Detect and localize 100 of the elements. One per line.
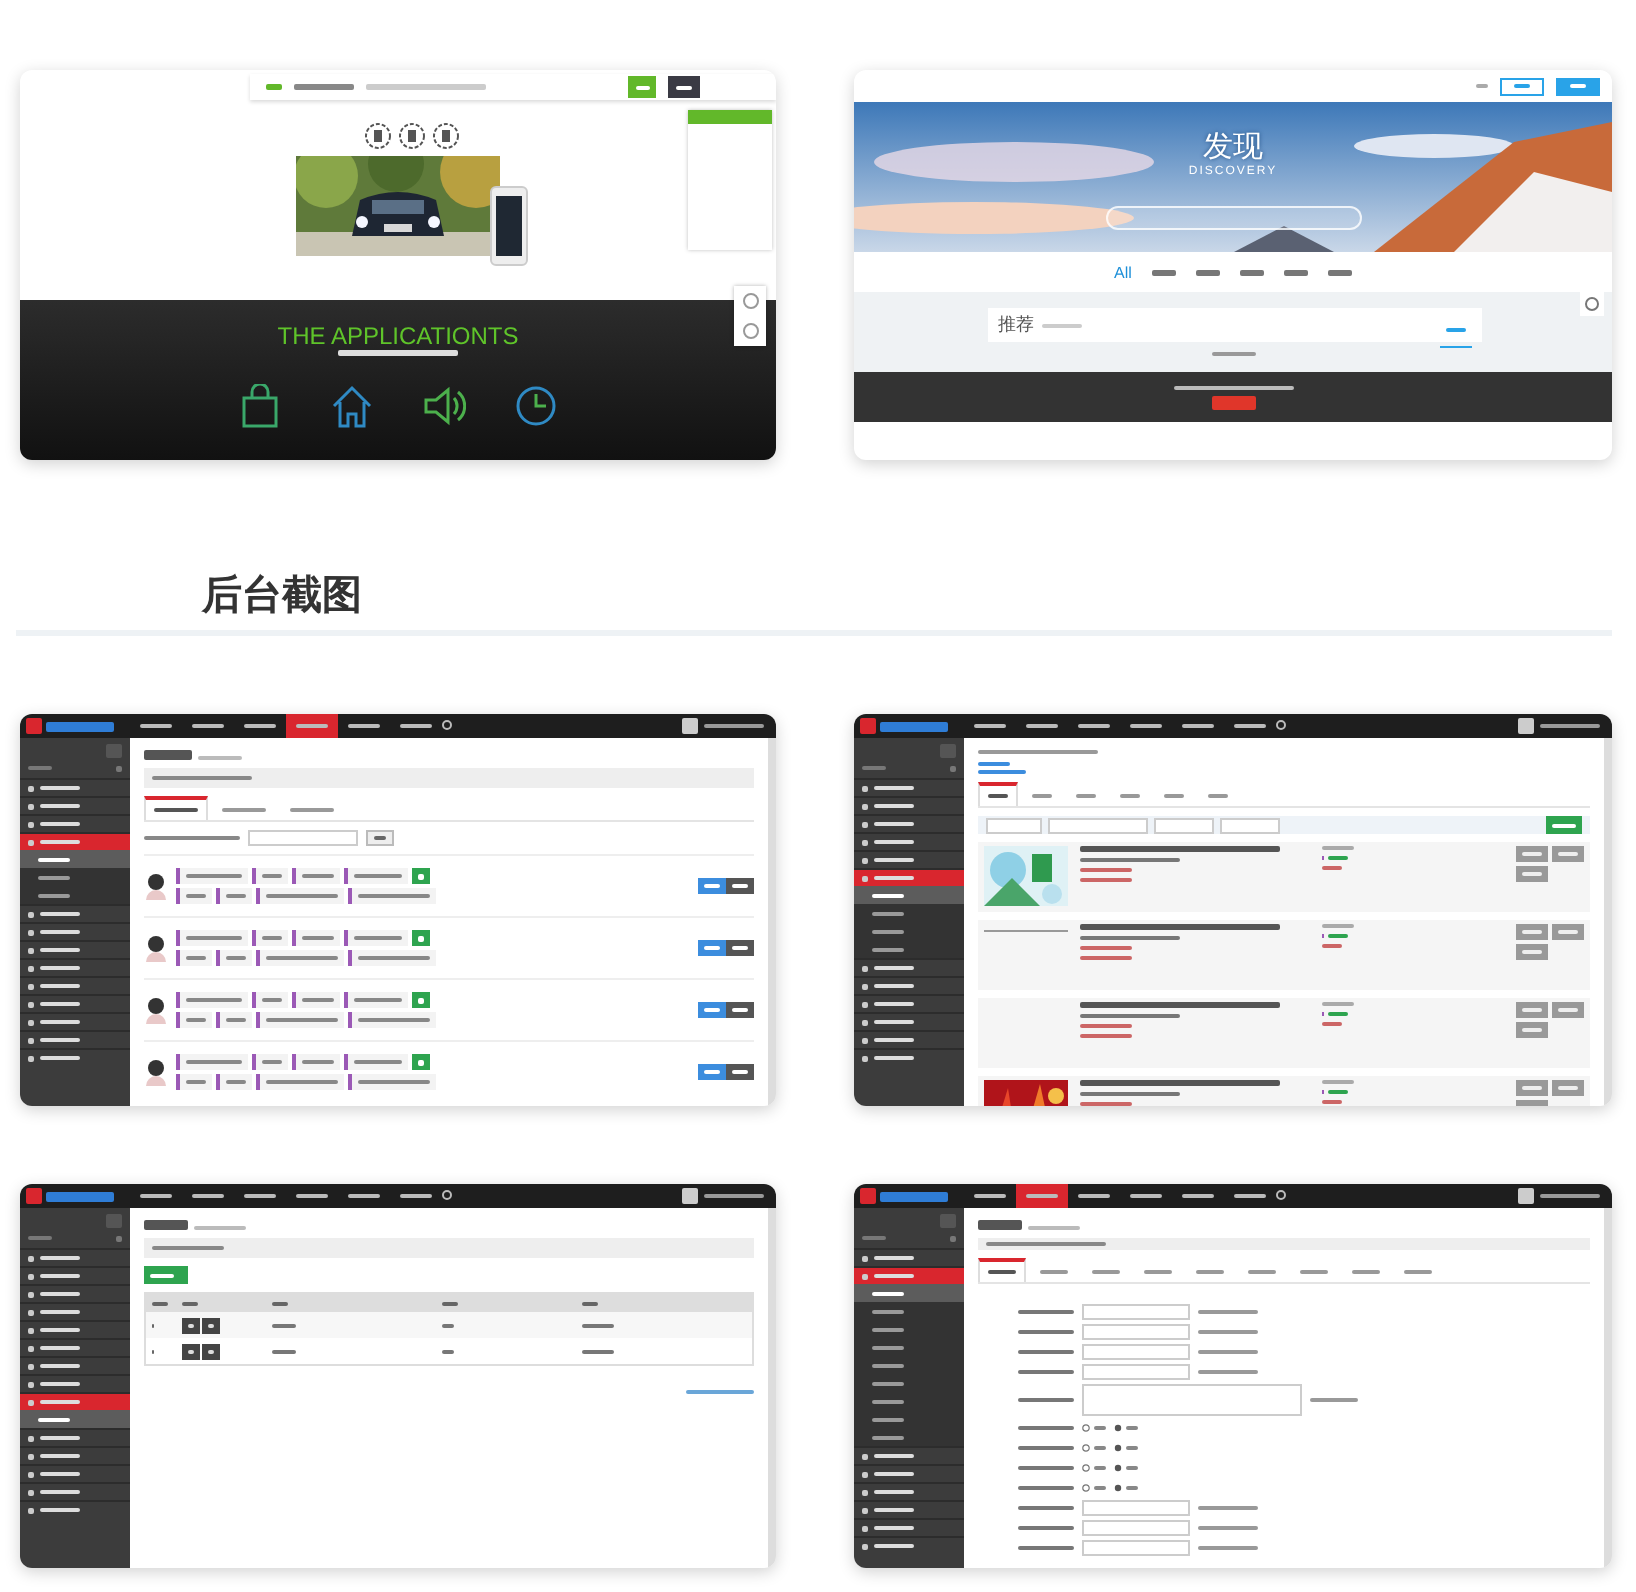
sidebar-item[interactable] — [20, 1482, 130, 1500]
category-tab[interactable] — [1195, 269, 1220, 275]
sidebar-item[interactable] — [20, 1048, 130, 1066]
tab[interactable] — [978, 1258, 1026, 1282]
radio-option[interactable] — [1082, 1424, 1106, 1432]
sidebar-item[interactable] — [854, 1030, 964, 1048]
sidebar-item[interactable] — [854, 796, 964, 814]
radio-option[interactable] — [1082, 1464, 1106, 1472]
sidebar-item[interactable] — [854, 1446, 964, 1464]
category-tab[interactable] — [1327, 269, 1352, 275]
sidebar-item[interactable] — [854, 1482, 964, 1500]
radio-option[interactable] — [1082, 1444, 1106, 1452]
sidebar-item[interactable] — [854, 1012, 964, 1030]
sidebar-item[interactable] — [20, 994, 130, 1012]
sidebar-item[interactable] — [854, 1536, 964, 1554]
input-field[interactable] — [1082, 1364, 1190, 1380]
delete-button[interactable] — [726, 1002, 754, 1018]
sidebar-item[interactable] — [20, 886, 130, 904]
radio-option[interactable] — [1114, 1424, 1138, 1432]
sidebar-item[interactable] — [20, 904, 130, 922]
category-tab[interactable] — [1239, 269, 1264, 275]
sidebar-item[interactable] — [20, 1464, 130, 1482]
play-button[interactable] — [412, 1054, 430, 1070]
sidebar-item[interactable] — [20, 922, 130, 940]
input-field[interactable] — [1082, 1324, 1190, 1340]
search-icon[interactable] — [1276, 1190, 1288, 1202]
sidebar-item[interactable] — [20, 1356, 130, 1374]
action-button[interactable] — [1516, 846, 1548, 862]
sidebar-item[interactable] — [854, 904, 964, 922]
input-field[interactable] — [1082, 1540, 1190, 1556]
delete-button[interactable] — [726, 940, 754, 956]
register-button[interactable] — [1556, 77, 1600, 95]
sidebar-item[interactable] — [854, 814, 964, 832]
sidebar-item[interactable] — [20, 1248, 130, 1266]
delete-button[interactable] — [202, 1343, 220, 1359]
sidebar-item[interactable] — [854, 886, 964, 904]
category-tab[interactable]: All — [1114, 263, 1132, 281]
sidebar-item[interactable] — [854, 1464, 964, 1482]
tab[interactable] — [978, 782, 1018, 806]
sidebar-item[interactable] — [854, 976, 964, 994]
sidebar-item[interactable] — [20, 1428, 130, 1446]
sidebar-item[interactable] — [20, 832, 130, 850]
input-field[interactable] — [1082, 1520, 1190, 1536]
category-tab[interactable] — [1151, 269, 1176, 275]
sidebar-item[interactable] — [854, 778, 964, 796]
sidebar-item[interactable] — [20, 868, 130, 886]
input-field[interactable] — [1082, 1344, 1190, 1360]
sidebar-item[interactable] — [854, 1266, 964, 1284]
sidebar-item[interactable] — [854, 832, 964, 850]
sidebar-item[interactable] — [20, 1012, 130, 1030]
sidebar-item[interactable] — [20, 976, 130, 994]
sidebar-item[interactable] — [20, 1338, 130, 1356]
radio-option[interactable] — [1082, 1484, 1106, 1492]
sidebar-item[interactable] — [20, 1302, 130, 1320]
delete-button[interactable] — [726, 1064, 754, 1080]
search-icon[interactable] — [442, 720, 454, 732]
sidebar-item[interactable] — [20, 1284, 130, 1302]
category-tab[interactable] — [1283, 269, 1308, 275]
sidebar-item[interactable] — [20, 1030, 130, 1048]
sidebar-item[interactable] — [20, 1446, 130, 1464]
sidebar-item[interactable] — [20, 1500, 130, 1518]
action-button[interactable] — [1516, 924, 1548, 940]
go-button[interactable] — [366, 830, 394, 846]
edit-button[interactable] — [182, 1317, 200, 1333]
play-button[interactable] — [412, 992, 430, 1008]
sidebar-item[interactable] — [20, 796, 130, 814]
play-button[interactable] — [412, 868, 430, 884]
sidebar-item[interactable] — [854, 958, 964, 976]
search-icon[interactable] — [442, 1190, 454, 1202]
play-button[interactable] — [412, 930, 430, 946]
sidebar-item[interactable] — [854, 1302, 964, 1320]
tab[interactable] — [144, 796, 208, 820]
edit-button[interactable] — [182, 1343, 200, 1359]
sidebar-item[interactable] — [20, 1410, 130, 1428]
action-button[interactable] — [1516, 1080, 1548, 1096]
sidebar-item[interactable] — [20, 1266, 130, 1284]
radio-option[interactable] — [1114, 1484, 1138, 1492]
input-field[interactable] — [1082, 1500, 1190, 1516]
sidebar-item[interactable] — [854, 940, 964, 958]
sidebar-item[interactable] — [854, 1428, 964, 1446]
sidebar-item[interactable] — [20, 1320, 130, 1338]
sidebar-item[interactable] — [854, 1518, 964, 1536]
sidebar-item[interactable] — [20, 1392, 130, 1410]
login-button[interactable] — [1500, 77, 1544, 95]
sidebar-item[interactable] — [20, 850, 130, 868]
input-field[interactable] — [1082, 1304, 1190, 1320]
sidebar-item[interactable] — [854, 1500, 964, 1518]
search-icon[interactable] — [1276, 720, 1288, 732]
add-button[interactable] — [144, 1266, 188, 1284]
sidebar-item[interactable] — [854, 1048, 964, 1066]
sidebar-item[interactable] — [20, 940, 130, 958]
sidebar-item[interactable] — [854, 1284, 964, 1302]
action-button[interactable] — [1516, 1002, 1548, 1018]
add-button[interactable] — [1546, 816, 1582, 834]
sidebar-item[interactable] — [854, 994, 964, 1012]
delete-button[interactable] — [726, 878, 754, 894]
nav-button[interactable] — [668, 76, 700, 98]
sidebar-item[interactable] — [854, 868, 964, 886]
sidebar-item[interactable] — [20, 778, 130, 796]
delete-button[interactable] — [202, 1317, 220, 1333]
